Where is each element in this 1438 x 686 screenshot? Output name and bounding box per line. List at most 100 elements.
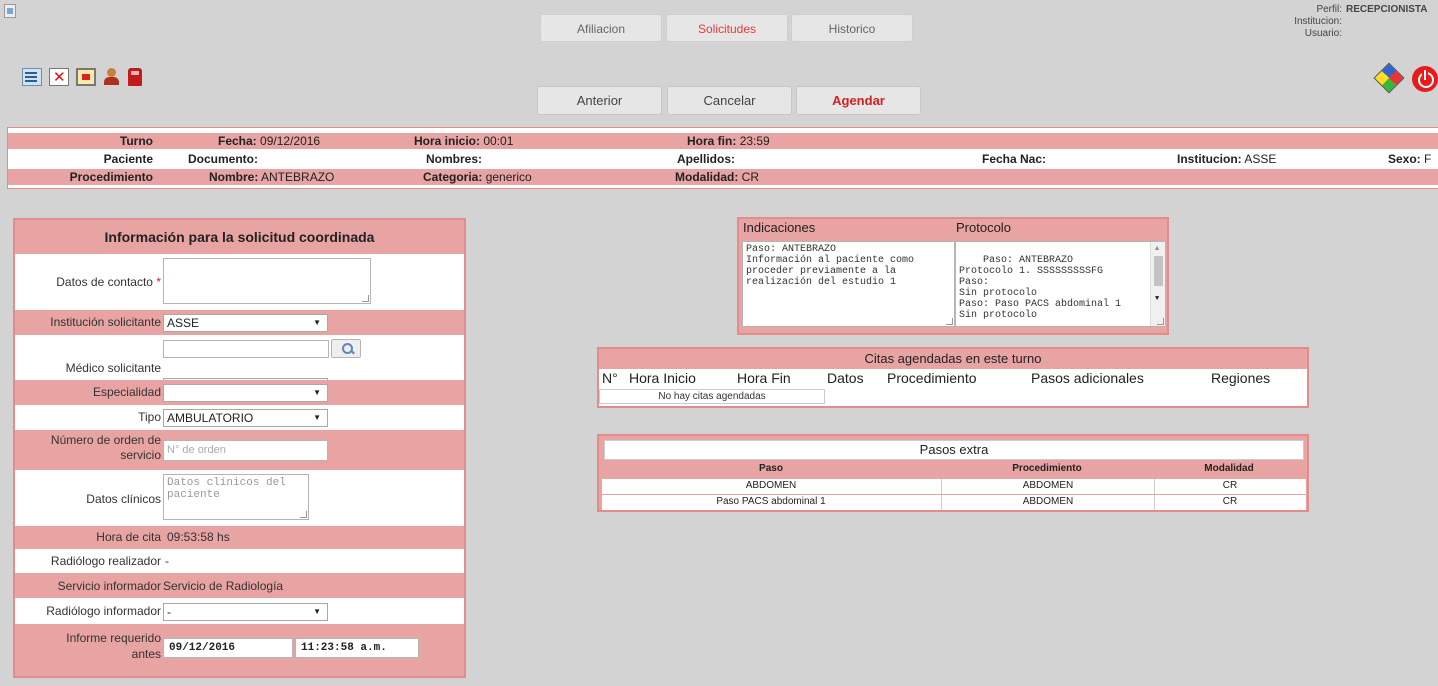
radiologo-informador-value: - [167,605,171,619]
citas-col-numero: N° [602,370,618,386]
documento-label: Documento: [188,152,258,166]
usuario-label: Usuario: [1304,28,1342,39]
informe-requerido-label-line1: Informe requerido [66,631,161,645]
procedimiento-label: Procedimiento [69,170,153,184]
paso-cell: Paso PACS abdominal 1 [716,496,826,507]
cube-icon[interactable] [1373,62,1405,94]
citas-col-procedimiento: Procedimiento [887,370,977,386]
nombre-label: Nombre: [209,170,259,184]
pasos-extra-header-row: Paso Procedimiento Modalidad [599,462,1307,476]
sexo-label: Sexo: [1388,152,1421,166]
protocolo-textarea[interactable]: Paso: ANTEBRAZO Protocolo 1. SSSSSSSSSFG… [955,241,1166,327]
modalidad-cell: CR [1222,496,1238,507]
pasos-extra-title: Pasos extra [604,440,1304,460]
perfil-value: RECEPCIONISTA [1346,4,1428,15]
appointment-info-band: Turno Fecha: 09/12/2016 Hora inicio: 00:… [7,127,1438,189]
procedimiento-cell: ABDOMEN [1022,480,1074,491]
alarm-icon[interactable] [128,68,142,86]
datos-clinicos-row: Datos clínicos Datos clínicos del pacien… [15,470,464,526]
radiologo-informador-select[interactable]: - [163,603,328,621]
datos-contacto-label: Datos de contacto [56,275,153,289]
procedimiento-row: Procedimiento Nombre: ANTEBRAZO Categori… [8,169,1438,185]
tab-historico[interactable]: Historico [791,14,913,42]
apellidos-label: Apellidos: [677,152,736,166]
cancelar-button[interactable]: Cancelar [667,86,792,115]
categoria-label: Categoria: [423,170,483,184]
hora-fin-value: 23:59 [739,134,770,148]
pasos-col-paso: Paso [759,463,783,474]
servicio-informador-row: Servicio informador Servicio de Radiolog… [15,573,464,598]
protocolo-title: Protocolo [956,220,1011,235]
hora-cita-label: Hora de cita [96,530,161,544]
table-row: ABDOMEN ABDOMEN CR [602,479,1306,494]
especialidad-select[interactable] [163,384,328,402]
numero-orden-input[interactable]: N° de orden [163,440,328,461]
scroll-up-icon[interactable]: ▲ [1155,244,1159,255]
datos-contacto-row: Datos de contacto * [15,254,464,310]
medico-solicitante-row: Médico solicitante - [15,335,464,396]
tipo-select[interactable]: AMBULATORIO [163,409,328,427]
modalidad-cell: CR [1222,480,1238,491]
servicio-informador-value: Servicio de Radiología [163,579,284,593]
informe-date-input[interactable]: 09/12/2016 [163,638,293,658]
hora-inicio-value: 00:01 [483,134,514,148]
hora-inicio-label: Hora inicio: [414,134,481,148]
institucion-solicitante-label: Institución solicitante [50,315,161,329]
citas-col-hora-inicio: Hora Inicio [629,370,696,386]
radiologo-informador-row: Radiólogo informador - [15,598,464,624]
radiologo-realizador-value: - [165,554,169,568]
indicaciones-protocolo-box: Indicaciones Protocolo Paso: ANTEBRAZO I… [737,217,1169,335]
user-icon[interactable] [103,68,121,86]
scroll-thumb[interactable] [1154,256,1163,286]
institucion-label: Institucion: [1294,16,1342,27]
nombre-value: ANTEBRAZO [261,170,335,184]
datos-contacto-textarea[interactable] [163,258,371,304]
fecha-label: Fecha: [218,134,257,148]
tab-solicitudes[interactable]: Solicitudes [666,14,788,42]
radiologo-realizador-label: Radiólogo realizador [50,554,161,568]
list-edit-icon[interactable] [22,68,42,86]
pasos-col-procedimiento: Procedimiento [1012,463,1082,474]
turno-label: Turno [119,134,153,148]
informe-requerido-row: Informe requerido antes 09/12/2016 11:23… [15,624,464,676]
institucion-solicitante-row: Institución solicitante ASSE [15,310,464,335]
modalidad-label: Modalidad: [675,170,739,184]
calendar-cancel-icon[interactable] [49,68,69,86]
institucion-solicitante-value: ASSE [167,316,200,330]
servicio-informador-label: Servicio informador [57,579,161,593]
institucion-solicitante-select[interactable]: ASSE [163,314,328,332]
turno-row: Turno Fecha: 09/12/2016 Hora inicio: 00:… [8,133,1438,149]
form-title: Información para la solicitud coordinada [15,220,464,254]
paciente-row: Paciente Documento: Nombres: Apellidos: … [8,151,1438,167]
numero-orden-label-line1: Número de orden de [50,433,161,447]
calendar-icon[interactable] [76,68,96,86]
categoria-value: generico [485,170,532,184]
indicaciones-title: Indicaciones [743,220,816,235]
citas-table: Citas agendadas en este turno N° Hora In… [597,347,1309,408]
table-row: Paso PACS abdominal 1 ABDOMEN CR [602,495,1306,510]
citas-col-hora-fin: Hora Fin [737,370,791,386]
especialidad-row: Especialidad [15,380,464,405]
protocolo-scrollbar[interactable]: ▲ ▼ [1150,242,1165,326]
power-icon[interactable] [1412,66,1438,92]
especialidad-label: Especialidad [92,385,161,399]
informe-time-input[interactable]: 11:23:58 a.m. [295,638,419,658]
datos-clinicos-label: Datos clínicos [86,492,161,506]
datos-clinicos-textarea[interactable]: Datos clínicos del paciente [163,474,309,520]
medico-solicitante-label: Médico solicitante [65,361,161,375]
medico-search-input[interactable] [163,340,329,358]
scroll-down-icon[interactable]: ▼ [1155,294,1159,305]
indicaciones-textarea[interactable]: Paso: ANTEBRAZO Información al paciente … [742,241,955,327]
citas-col-pasos-adicionales: Pasos adicionales [1031,370,1144,386]
fecha-nac-label: Fecha Nac: [982,152,1047,166]
institucion-paciente-label: Institucion: [1177,152,1242,166]
search-icon[interactable] [331,339,361,358]
pasos-col-modalidad: Modalidad [1204,463,1254,474]
user-profile-info: Perfil: RECEPCIONISTA Institucion: Usuari… [1278,4,1438,40]
anterior-button[interactable]: Anterior [537,86,662,115]
hora-fin-label: Hora fin: [687,134,737,148]
citas-title: Citas agendadas en este turno [599,349,1307,369]
tab-afiliacion[interactable]: Afiliacion [540,14,662,42]
sexo-value: F [1424,152,1432,166]
agendar-button[interactable]: Agendar [796,86,921,115]
